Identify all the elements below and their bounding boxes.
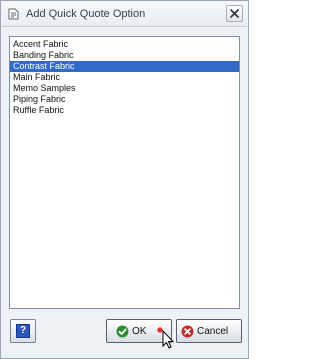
help-button[interactable]: ? — [10, 319, 36, 343]
add-quick-quote-option-dialog: Add Quick Quote Option Accent Fabric Band… — [0, 0, 249, 359]
list-item[interactable]: Piping Fabric — [10, 94, 239, 105]
help-icon: ? — [16, 324, 30, 338]
list-item[interactable]: Banding Fabric — [10, 50, 239, 61]
list-item[interactable]: Memo Samples — [10, 83, 239, 94]
list-item[interactable]: Ruffle Fabric — [10, 105, 239, 116]
x-circle-icon — [181, 325, 194, 337]
window-title: Add Quick Quote Option — [26, 8, 146, 20]
button-bar: ? OK Cancel — [2, 311, 247, 357]
list-item[interactable]: Accent Fabric — [10, 39, 239, 50]
close-button[interactable] — [226, 5, 243, 22]
close-icon — [230, 9, 239, 18]
title-bar[interactable]: Add Quick Quote Option — [2, 2, 247, 27]
list-item[interactable]: Main Fabric — [10, 72, 239, 83]
cancel-button[interactable]: Cancel — [176, 319, 242, 343]
options-listbox[interactable]: Accent Fabric Banding Fabric Contrast Fabr… — [9, 36, 240, 309]
list-item[interactable]: Contrast Fabric — [10, 61, 239, 72]
ok-button[interactable]: OK — [106, 319, 172, 343]
check-icon — [116, 325, 129, 337]
ok-label: OK — [132, 325, 147, 337]
cancel-label: Cancel — [197, 325, 229, 337]
app-icon — [7, 7, 21, 21]
